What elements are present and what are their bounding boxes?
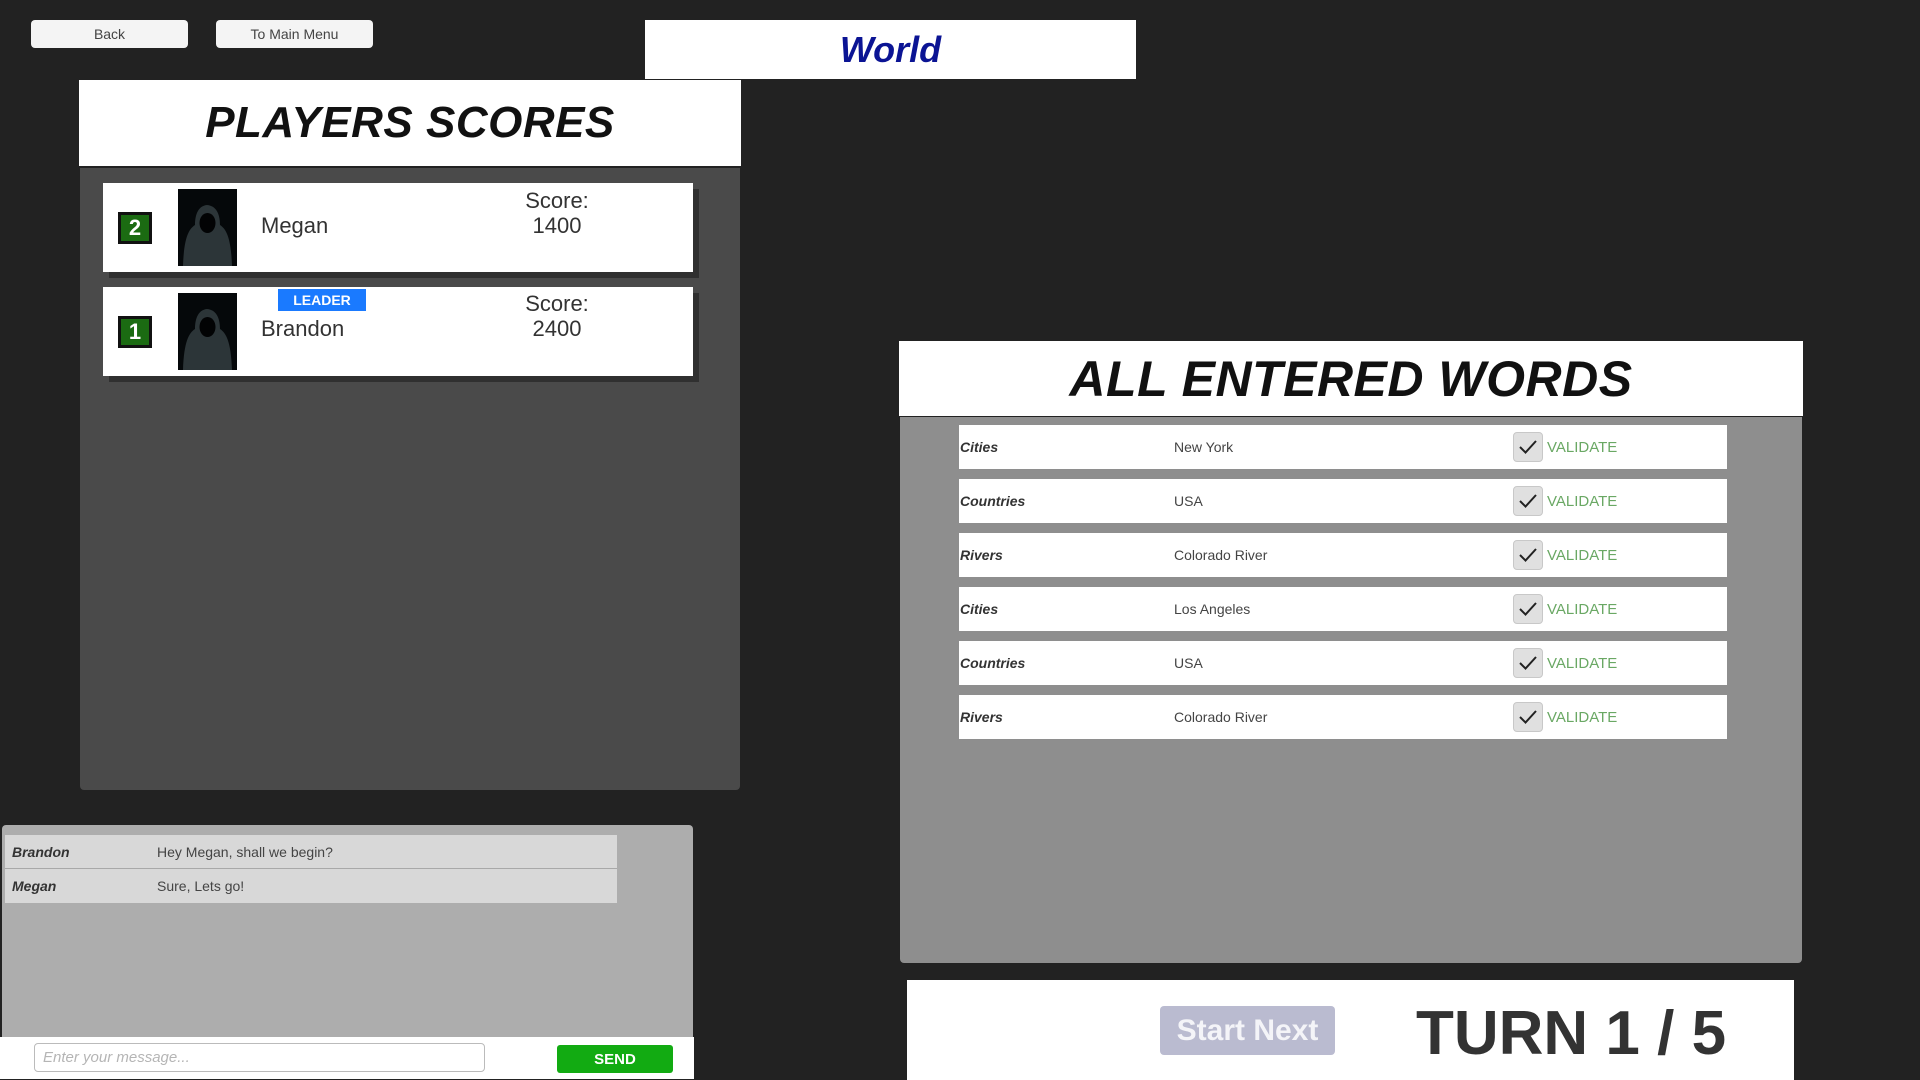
validate-checkbox[interactable]	[1513, 486, 1543, 516]
score-block: Score: 2400	[497, 291, 617, 341]
word-category: Rivers	[960, 709, 1003, 725]
score-value: 1400	[532, 213, 582, 238]
words-panel: Cities New York VALIDATE Countries USA V…	[900, 417, 1802, 963]
back-button[interactable]: Back	[31, 20, 188, 48]
checkmark-icon	[1519, 656, 1537, 670]
validate-label[interactable]: VALIDATE	[1547, 439, 1617, 456]
checkmark-icon	[1519, 710, 1537, 724]
word-category: Rivers	[960, 547, 1003, 563]
checkmark-icon	[1519, 494, 1537, 508]
word-category: Cities	[960, 439, 999, 455]
checkmark-icon	[1519, 548, 1537, 562]
rank-badge: 1	[118, 316, 152, 348]
validate-label[interactable]: VALIDATE	[1547, 655, 1617, 672]
word-value: USA	[1174, 655, 1203, 671]
chat-input-bar: SEND	[0, 1037, 694, 1079]
word-row: Countries USA VALIDATE	[959, 479, 1727, 523]
validate-checkbox[interactable]	[1513, 540, 1543, 570]
word-row: Rivers Colorado River VALIDATE	[959, 695, 1727, 739]
scores-header: PLAYERS SCORES	[79, 80, 741, 166]
word-value: Los Angeles	[1174, 601, 1251, 617]
rank-badge: 2	[118, 212, 152, 244]
checkmark-icon	[1519, 440, 1537, 454]
word-category: Countries	[960, 493, 1026, 509]
validate-checkbox[interactable]	[1513, 648, 1543, 678]
word-category: Cities	[960, 601, 999, 617]
player-card: 1 LEADER Brandon Score: 2400	[103, 287, 693, 376]
scores-title: PLAYERS SCORES	[205, 98, 615, 147]
player-name: Megan	[261, 213, 329, 238]
chat-message: Brandon Hey Megan, shall we begin?	[5, 835, 617, 869]
score-label: Score:	[525, 188, 589, 213]
chat-message-input[interactable]	[34, 1043, 485, 1072]
scores-panel: 2 Megan Score: 1400 1 LEADER Brandon Sco…	[80, 168, 740, 790]
avatar	[178, 293, 237, 370]
chat-message: Megan Sure, Lets go!	[5, 869, 617, 903]
word-value: USA	[1174, 493, 1203, 509]
main-menu-button[interactable]: To Main Menu	[216, 20, 373, 48]
chat-panel: Brandon Hey Megan, shall we begin? Megan…	[2, 825, 693, 1037]
chat-sender: Brandon	[12, 843, 70, 860]
hooded-figure-icon	[183, 309, 232, 370]
word-value: Colorado River	[1174, 547, 1268, 563]
chat-text: Hey Megan, shall we begin?	[157, 843, 333, 860]
validate-checkbox[interactable]	[1513, 594, 1543, 624]
leader-badge: LEADER	[278, 289, 366, 311]
player-name: Brandon	[261, 316, 345, 341]
checkmark-icon	[1519, 602, 1537, 616]
words-title: ALL ENTERED WORDS	[1069, 350, 1633, 407]
validate-label[interactable]: VALIDATE	[1547, 601, 1617, 618]
player-card: 2 Megan Score: 1400	[103, 183, 693, 272]
word-category: Countries	[960, 655, 1026, 671]
start-next-button[interactable]: Start Next	[1160, 1006, 1335, 1055]
hooded-figure-icon	[183, 205, 232, 266]
validate-label[interactable]: VALIDATE	[1547, 493, 1617, 510]
word-value: Colorado River	[1174, 709, 1268, 725]
turn-panel: Start Next TURN 1 / 5	[907, 980, 1794, 1080]
score-block: Score: 1400	[497, 188, 617, 238]
validate-label[interactable]: VALIDATE	[1547, 547, 1617, 564]
send-button[interactable]: SEND	[557, 1045, 673, 1073]
word-row: Countries USA VALIDATE	[959, 641, 1727, 685]
validate-label[interactable]: VALIDATE	[1547, 709, 1617, 726]
validate-checkbox[interactable]	[1513, 702, 1543, 732]
score-label: Score:	[525, 291, 589, 316]
words-header: ALL ENTERED WORDS	[899, 341, 1803, 416]
score-value: 2400	[532, 316, 582, 341]
word-row: Cities Los Angeles VALIDATE	[959, 587, 1727, 631]
chat-text: Sure, Lets go!	[157, 878, 245, 894]
chat-message-list[interactable]: Brandon Hey Megan, shall we begin? Megan…	[5, 835, 617, 903]
word-row: Rivers Colorado River VALIDATE	[959, 533, 1727, 577]
turn-counter: TURN 1 / 5	[1416, 999, 1727, 1068]
avatar	[178, 189, 237, 266]
chat-sender: Megan	[12, 878, 57, 894]
validate-checkbox[interactable]	[1513, 432, 1543, 462]
word-row: Cities New York VALIDATE	[959, 425, 1727, 469]
category-title-box: World	[645, 20, 1136, 79]
category-title: World	[839, 28, 942, 70]
word-value: New York	[1174, 439, 1234, 455]
